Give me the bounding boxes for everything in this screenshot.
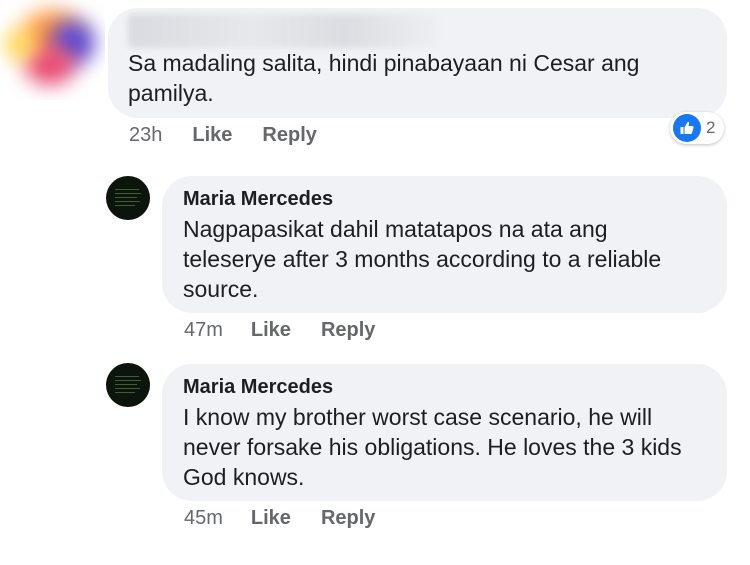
comment-text: I know my brother worst case scenario, h… — [183, 404, 682, 490]
reply-link[interactable]: Reply — [262, 124, 316, 147]
comment-author[interactable]: Maria Mercedes — [183, 188, 333, 211]
comment-actions: 45m Like Reply — [184, 507, 375, 530]
reaction-summary[interactable]: 2 — [670, 112, 724, 144]
timestamp[interactable]: 47m — [184, 319, 223, 342]
comment-bubble: Maria Mercedes I know my brother worst c… — [162, 364, 727, 501]
blurred-author-name[interactable] — [128, 14, 438, 48]
avatar[interactable] — [106, 363, 150, 407]
reply-link[interactable]: Reply — [321, 319, 375, 342]
reaction-count: 2 — [706, 118, 716, 137]
comment-actions: 47m Like Reply — [184, 319, 375, 342]
avatar[interactable] — [106, 176, 150, 220]
timestamp[interactable]: 45m — [184, 507, 223, 530]
comment-author[interactable]: Maria Mercedes — [183, 376, 333, 399]
like-link[interactable]: Like — [192, 124, 232, 147]
like-link[interactable]: Like — [251, 507, 291, 530]
reply-link[interactable]: Reply — [321, 507, 375, 530]
comment-bubble: Maria Mercedes Nagpapasikat dahil matata… — [162, 176, 727, 313]
thumbs-up-icon — [673, 114, 701, 142]
like-link[interactable]: Like — [251, 319, 291, 342]
comment-text: Nagpapasikat dahil matatapos na ata ang … — [183, 216, 662, 302]
blurred-avatar[interactable] — [0, 0, 105, 100]
comment-text: Sa madaling salita, hindi pinabayaan ni … — [128, 50, 640, 106]
timestamp[interactable]: 23h — [129, 124, 162, 147]
comment-actions: 23h Like Reply — [129, 124, 317, 147]
